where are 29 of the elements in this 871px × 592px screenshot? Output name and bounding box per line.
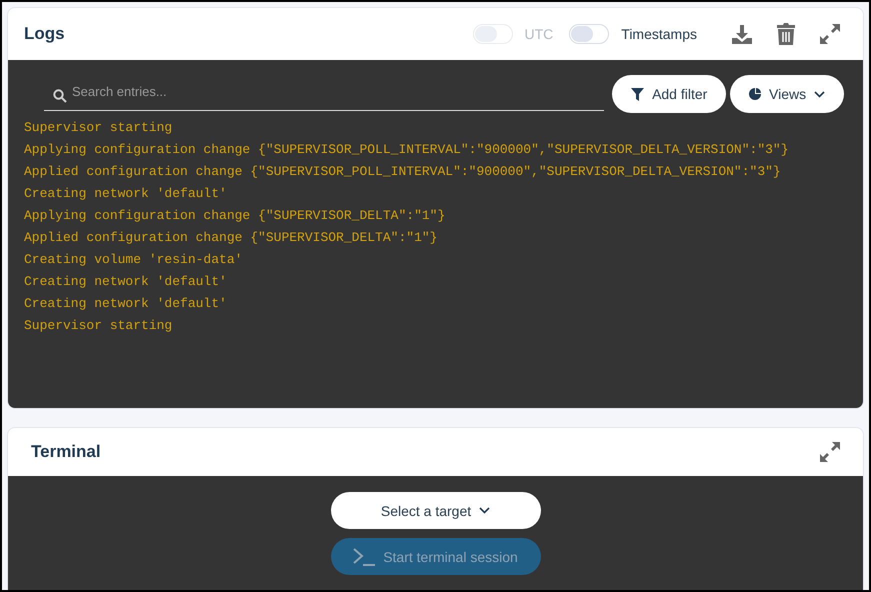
expand-icon[interactable] bbox=[819, 23, 841, 45]
chevron-down-icon bbox=[479, 507, 490, 514]
log-line: Applied configuration change {"SUPERVISOR_DELTA":"1"} bbox=[24, 229, 438, 247]
filter-icon bbox=[631, 88, 644, 100]
terminal-icon bbox=[353, 548, 376, 566]
pie-chart-icon bbox=[749, 88, 761, 100]
log-line: Creating network 'default' bbox=[24, 295, 228, 313]
download-icon[interactable] bbox=[731, 23, 753, 45]
search-field[interactable]: Search entries... bbox=[44, 77, 604, 111]
expand-icon[interactable] bbox=[819, 441, 841, 463]
toggle-label: Timestamps bbox=[621, 26, 697, 42]
search-icon bbox=[53, 89, 67, 103]
views-button[interactable]: Views bbox=[730, 75, 844, 113]
trash-icon[interactable] bbox=[777, 23, 795, 45]
log-line: Applied configuration change {"SUPERVISOR_POLL_INTERVAL":"900000","SUPERVISOR_DELTA_VERSION":"3"} bbox=[24, 163, 782, 181]
log-line: Applying configuration change {"SUPERVISOR_DELTA":"1"} bbox=[24, 207, 446, 225]
add-filter-button[interactable]: Add filter bbox=[612, 75, 726, 113]
log-line: Supervisor starting bbox=[24, 119, 174, 137]
chevron-down-icon bbox=[814, 90, 826, 98]
toggle-switch[interactable] bbox=[569, 24, 610, 44]
log-line: Creating network 'default' bbox=[24, 185, 228, 203]
log-line: Creating volume 'resin-data' bbox=[24, 251, 244, 269]
toggle-label: UTC bbox=[524, 26, 554, 42]
panel-title: Logs bbox=[24, 24, 66, 44]
log-line: Creating network 'default' bbox=[24, 273, 228, 291]
panel-title: Terminal bbox=[31, 442, 102, 462]
target-dropdown[interactable]: Select a target bbox=[330, 492, 540, 529]
log-line: Supervisor starting bbox=[24, 317, 174, 335]
log-line: Applying configuration change {"SUPERVISOR_POLL_INTERVAL":"900000","SUPERVISOR_DELTA_VERSION":"3"} bbox=[24, 141, 790, 159]
